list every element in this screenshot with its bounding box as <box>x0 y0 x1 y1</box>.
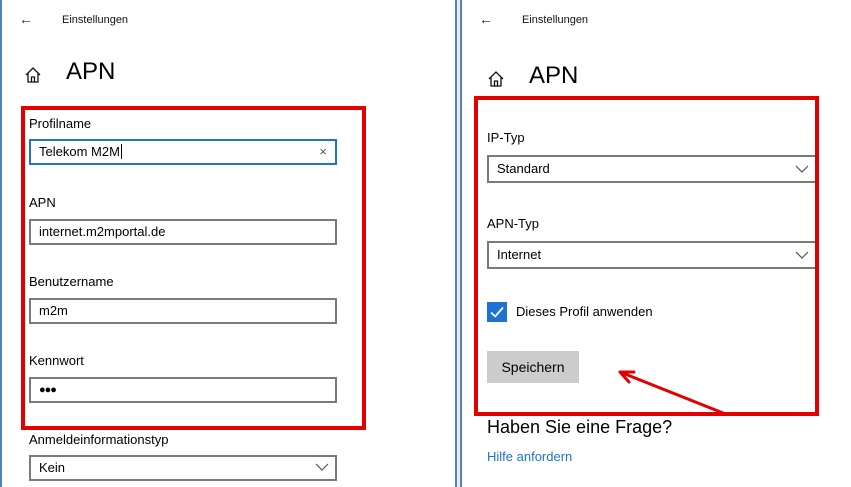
right-settings-window: ← Einstellungen APN IP-Typ Standard APN-… <box>460 0 851 487</box>
anmeldeinformationstyp-value: Kein <box>39 460 66 475</box>
title-bar: ← Einstellungen <box>462 0 851 40</box>
highlight-box <box>21 106 366 430</box>
left-settings-window: ← Einstellungen APN Profilname Telekom M… <box>0 0 457 487</box>
faq-heading: Haben Sie eine Frage? <box>487 417 673 437</box>
title-bar: ← Einstellungen <box>2 0 455 40</box>
anmeldeinformationstyp-select[interactable]: Kein <box>29 455 337 481</box>
back-arrow-icon[interactable]: ← <box>19 11 33 27</box>
page-title: APN <box>529 62 579 89</box>
window-title: Einstellungen <box>62 14 129 26</box>
help-link[interactable]: Hilfe anfordern <box>487 449 572 464</box>
chevron-down-icon <box>315 463 329 471</box>
anmeldeinformationstyp-label: Anmeldeinformationstyp <box>29 432 169 447</box>
back-arrow-icon[interactable]: ← <box>479 11 493 27</box>
page-title: APN <box>66 58 116 85</box>
highlight-box <box>474 96 819 416</box>
home-icon[interactable] <box>24 66 42 84</box>
window-title: Einstellungen <box>522 14 589 26</box>
home-icon[interactable] <box>487 70 505 88</box>
